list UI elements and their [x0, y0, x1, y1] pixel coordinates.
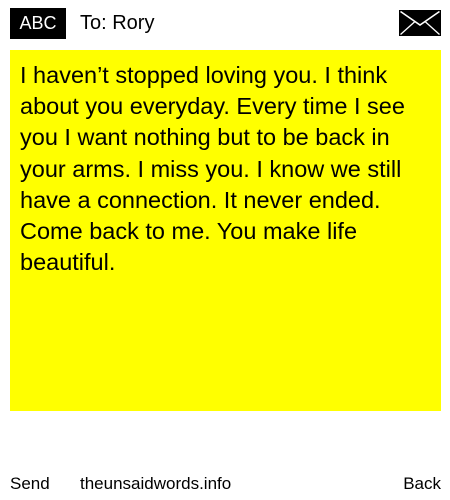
envelope-icon[interactable] — [399, 10, 441, 36]
back-button[interactable]: Back — [403, 470, 441, 498]
softkey-bar: Send theunsaidwords.info Back — [0, 470, 450, 498]
recipient-label: To: Rory — [80, 12, 155, 34]
message-header: ABC To: Rory — [0, 0, 450, 46]
input-mode-badge[interactable]: ABC — [10, 8, 66, 39]
message-text: I haven’t stopped loving you. I think ab… — [20, 62, 405, 276]
send-button[interactable]: Send — [10, 470, 50, 498]
message-body[interactable]: I haven’t stopped loving you. I think ab… — [10, 50, 441, 411]
site-link[interactable]: theunsaidwords.info — [80, 470, 231, 498]
